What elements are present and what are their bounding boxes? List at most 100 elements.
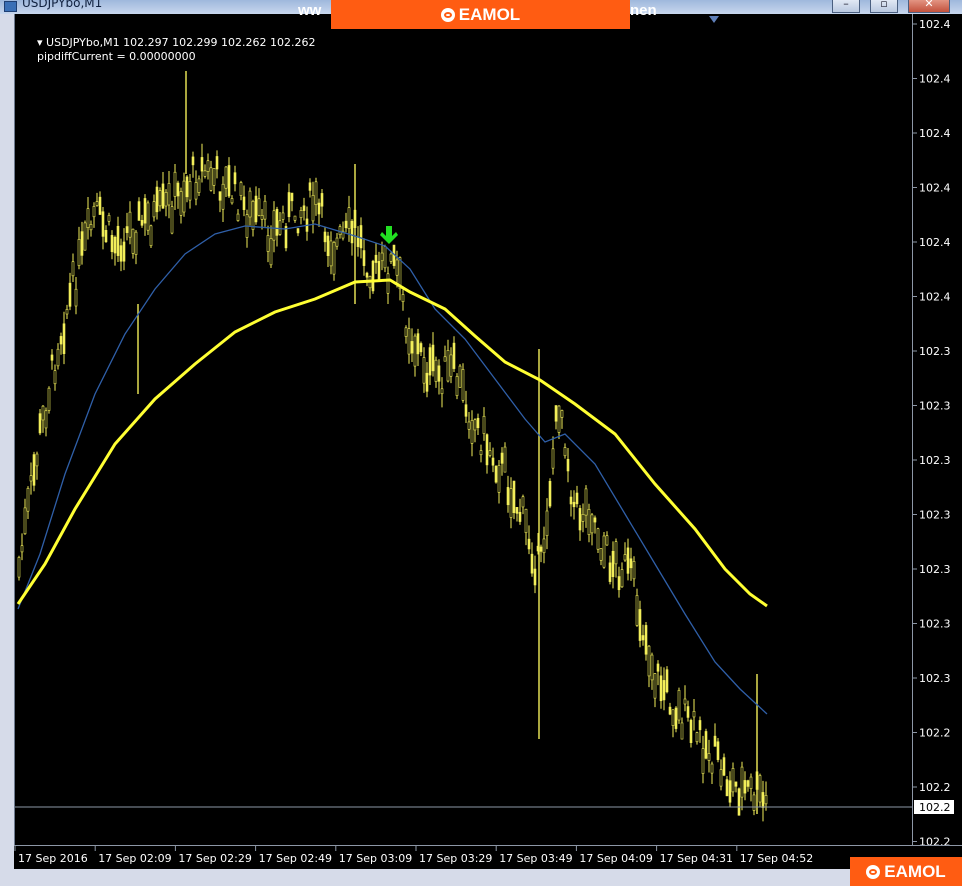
candle-body (362, 250, 366, 266)
candle-body (128, 211, 132, 238)
candle-body (281, 212, 285, 220)
candle-body (455, 376, 459, 396)
candle-body (635, 595, 639, 626)
candle-body (734, 781, 738, 787)
candle-body (443, 356, 447, 362)
candle-body (524, 508, 528, 533)
candle-body (170, 206, 174, 234)
candle-body (449, 354, 453, 377)
candle-body (287, 192, 291, 218)
brand-watermark-top: EAMOL (331, 0, 630, 29)
symbol-line: USDJPYbo,M1 102.297 102.299 102.262 102.… (46, 36, 316, 49)
candle-body (467, 421, 471, 430)
minimize-button[interactable]: – (832, 0, 860, 13)
candle-body (581, 514, 585, 522)
candle-body (308, 182, 312, 191)
candle-body (614, 541, 618, 565)
close-button[interactable]: ✕ (908, 0, 950, 13)
price-tick-label: 102.3 (919, 400, 951, 413)
price-tick-label: 102.4 (919, 18, 951, 31)
candle-body (326, 235, 330, 257)
candle-body (335, 237, 339, 247)
candle-body (251, 200, 255, 230)
candle-body (203, 170, 207, 177)
price-chart[interactable] (15, 14, 913, 845)
candle-body (599, 548, 603, 561)
candle-body (641, 635, 645, 641)
candle-body (656, 663, 660, 672)
candle-body (686, 706, 690, 718)
candle-body (701, 748, 705, 774)
candle-body (116, 225, 120, 256)
candle-body (377, 261, 381, 281)
candle-body (29, 475, 33, 482)
candle-body (254, 195, 258, 223)
candle-body (86, 208, 90, 228)
candle-body (134, 231, 138, 255)
info-toggle-icon[interactable]: ▾ (37, 36, 46, 49)
candle-body (290, 192, 294, 202)
candle-body (242, 196, 246, 210)
price-tick-label: 102.4 (919, 127, 951, 140)
candle-body (278, 220, 282, 235)
price-tick-label: 102.3 (919, 345, 951, 358)
chart-area[interactable]: ▾ USDJPYbo,M1 102.297 102.299 102.262 10… (14, 14, 914, 858)
candle-body (347, 207, 351, 229)
candle-body (560, 410, 564, 418)
candle-body (440, 388, 444, 395)
price-tick-label: 102.4 (919, 291, 951, 304)
candle-body (674, 707, 678, 729)
candle-body (44, 410, 48, 429)
candle-body (650, 654, 654, 681)
candle-body (173, 171, 177, 197)
candle-body (566, 459, 570, 472)
candle-body (503, 446, 507, 473)
candle-body (356, 236, 360, 247)
candle-body (437, 365, 441, 382)
price-tick-label: 102.2 (919, 727, 951, 740)
candle-body (158, 190, 162, 207)
candle-body (509, 488, 513, 518)
candle-body (752, 794, 756, 811)
candle-body (596, 528, 600, 550)
candle-body (380, 252, 384, 262)
candle-body (56, 348, 60, 367)
candle-body (311, 195, 315, 222)
candle-body (32, 454, 36, 486)
candle-body (413, 335, 417, 367)
candle-body (137, 201, 141, 221)
candle-body (248, 190, 252, 218)
time-axis[interactable]: 17 Sep 2016 17 Sep 02:09 17 Sep 02:29 17 Se… (14, 845, 962, 870)
candle-body (143, 198, 147, 224)
candle-body (371, 260, 375, 292)
candle-body (575, 492, 579, 505)
price-axis[interactable]: 102.4 102.4 102.4 102.4 102.4 102.4 102.3 102.3… (912, 14, 962, 858)
candle-body (257, 198, 261, 216)
candle-body (179, 191, 183, 216)
candle-body (65, 309, 69, 315)
candle-body (263, 200, 267, 220)
candle-body (104, 230, 108, 243)
candle-body (59, 336, 63, 345)
candle-body (80, 231, 84, 256)
candle-body (434, 359, 438, 382)
price-tick-label: 102.3 (919, 509, 951, 522)
candle-body (548, 481, 552, 507)
candle-body (50, 354, 54, 361)
candle-body (191, 156, 195, 166)
candle-body (743, 780, 747, 794)
candle-body (275, 208, 279, 236)
candle-body (269, 238, 273, 266)
candle-body (611, 550, 615, 578)
time-tick-label: 17 Sep 03:49 (499, 852, 572, 865)
current-price-label: 102.2 (919, 801, 951, 814)
candle-body (428, 347, 432, 376)
candle-body (401, 294, 405, 303)
candle-body (176, 182, 180, 197)
candle-body (695, 732, 699, 743)
maximize-button[interactable]: ▫ (870, 0, 898, 13)
candles-group (17, 71, 768, 822)
candle-body (551, 448, 555, 469)
candle-body (317, 202, 321, 215)
candle-body (731, 768, 735, 793)
